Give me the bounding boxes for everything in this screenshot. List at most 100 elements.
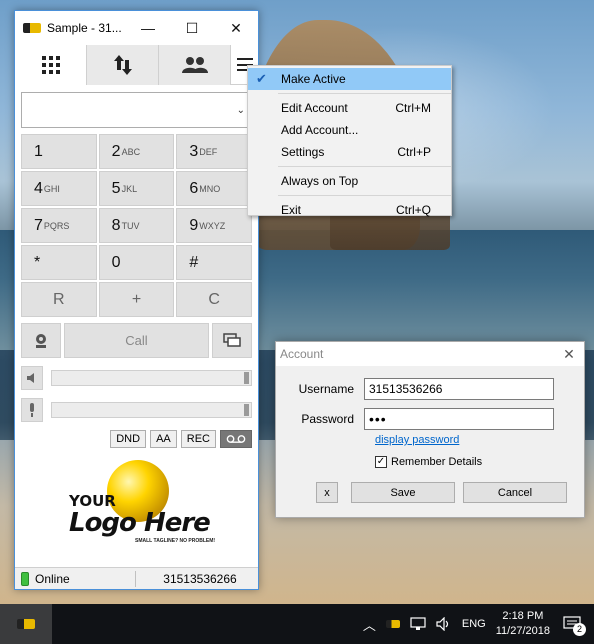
dnd-button[interactable]: DND bbox=[110, 430, 147, 448]
key-digit: 1 bbox=[34, 142, 43, 160]
clock[interactable]: 2:18 PM 11/27/2018 bbox=[496, 609, 550, 639]
dialog-titlebar[interactable]: Account ✕ bbox=[276, 342, 584, 366]
slider-thumb[interactable] bbox=[244, 372, 249, 384]
mic-volume-row bbox=[21, 398, 252, 422]
username-label: Username bbox=[298, 382, 354, 396]
key-digit: 5 bbox=[111, 179, 121, 197]
clock-date: 11/27/2018 bbox=[495, 625, 550, 637]
menu-item-add-account[interactable]: Add Account... bbox=[248, 119, 451, 141]
taskbar-app-button[interactable] bbox=[0, 604, 52, 644]
network-icon[interactable] bbox=[410, 617, 426, 631]
close-button[interactable]: ✕ bbox=[214, 11, 258, 45]
maximize-button[interactable]: ☐ bbox=[170, 11, 214, 45]
app-logo-icon bbox=[23, 23, 41, 33]
password-field[interactable]: ••• bbox=[364, 408, 554, 430]
app-logo-icon bbox=[17, 619, 35, 629]
tab-contacts[interactable] bbox=[159, 45, 231, 85]
chevron-up-icon[interactable]: ︿ bbox=[363, 615, 376, 634]
contacts-icon bbox=[181, 57, 208, 73]
key-0[interactable]: 0 bbox=[98, 245, 175, 280]
key-digit: 7 bbox=[34, 216, 43, 234]
account-menu: ✔ Make Active Edit Account Ctrl+M Add Ac… bbox=[247, 65, 452, 217]
dialpad-icon bbox=[41, 56, 60, 74]
chat-button[interactable] bbox=[212, 323, 252, 358]
menu-item-label: Always on Top bbox=[281, 174, 359, 188]
key-hash[interactable]: # bbox=[176, 245, 252, 280]
key-2[interactable]: 2 ABC bbox=[98, 134, 175, 169]
cancel-button[interactable]: Cancel bbox=[463, 482, 567, 503]
mic-volume-slider[interactable] bbox=[51, 402, 252, 418]
volume-icon[interactable] bbox=[436, 617, 452, 631]
speaker-volume-slider[interactable] bbox=[51, 370, 252, 386]
tray-app-icon[interactable] bbox=[385, 620, 400, 628]
save-button[interactable]: Save bbox=[351, 482, 455, 503]
plus-button[interactable]: + bbox=[98, 282, 175, 317]
key-8[interactable]: 8 TUV bbox=[98, 208, 175, 243]
action-center-button[interactable]: 2 bbox=[560, 612, 586, 636]
tab-bar bbox=[15, 45, 258, 85]
key-digit: # bbox=[189, 253, 199, 271]
chat-icon bbox=[223, 332, 241, 347]
key-digit: 6 bbox=[189, 179, 199, 197]
key-5[interactable]: 5 JKL bbox=[98, 171, 175, 206]
tab-dialpad[interactable] bbox=[15, 45, 87, 85]
status-account: 31513536266 bbox=[163, 571, 237, 586]
display-password-link[interactable]: display password bbox=[375, 434, 459, 446]
system-tray: ︿ ENG 2:18 PM 11/27/2018 2 bbox=[363, 609, 594, 639]
dialog-close-button[interactable]: ✕ bbox=[554, 346, 584, 363]
key-letters: ABC bbox=[121, 146, 141, 157]
key-letters: MNO bbox=[199, 183, 221, 194]
menu-item-label: Make Active bbox=[281, 72, 346, 86]
voicemail-icon bbox=[226, 435, 246, 443]
key-4[interactable]: 4 GHI bbox=[21, 171, 97, 206]
menu-item-always-on-top[interactable]: Always on Top bbox=[248, 170, 451, 192]
remember-details-checkbox[interactable]: ✓ Remember Details bbox=[375, 456, 482, 468]
language-indicator[interactable]: ENG bbox=[462, 618, 486, 630]
key-9[interactable]: 9 WXYZ bbox=[176, 208, 252, 243]
tab-transfer[interactable] bbox=[87, 45, 159, 85]
menu-item-label: Settings bbox=[281, 145, 325, 159]
menu-item-shortcut: Ctrl+M bbox=[395, 101, 431, 115]
username-row: Username 31513536266 bbox=[276, 378, 554, 400]
microphone-icon[interactable] bbox=[21, 398, 43, 422]
window-titlebar[interactable]: Sample - 31... — ☐ ✕ bbox=[15, 11, 258, 45]
password-label: Password bbox=[301, 412, 354, 426]
video-call-button[interactable] bbox=[21, 323, 61, 358]
menu-item-make-active[interactable]: ✔ Make Active bbox=[248, 68, 451, 90]
slider-thumb[interactable] bbox=[244, 404, 249, 416]
checkmark-icon: ✔ bbox=[256, 71, 267, 86]
key-digit: 2 bbox=[111, 142, 121, 160]
call-button[interactable]: Call bbox=[64, 323, 209, 358]
username-field[interactable]: 31513536266 bbox=[364, 378, 554, 400]
voicemail-button[interactable] bbox=[220, 430, 252, 448]
minimize-button[interactable]: — bbox=[126, 11, 170, 45]
keypad: 1 2 ABC 3 DEF 4 GHI 5 JKL 6 MNO 7 PQRS 8 TUV 9W… bbox=[15, 134, 258, 317]
call-options: DND AA REC bbox=[21, 430, 252, 448]
speaker-icon[interactable] bbox=[21, 366, 43, 390]
key-7[interactable]: 7 PQRS bbox=[21, 208, 97, 243]
clock-time: 2:18 PM bbox=[502, 610, 544, 622]
status-divider bbox=[135, 570, 136, 587]
number-input[interactable]: ⌄ bbox=[21, 92, 252, 128]
clear-button[interactable]: C bbox=[176, 282, 252, 317]
key-digit: 0 bbox=[111, 253, 121, 271]
key-digit: * bbox=[34, 253, 41, 271]
auto-answer-button[interactable]: AA bbox=[150, 430, 177, 448]
menu-item-edit-account[interactable]: Edit Account Ctrl+M bbox=[248, 97, 451, 119]
chevron-down-icon[interactable]: ⌄ bbox=[237, 105, 245, 116]
x-button[interactable]: x bbox=[316, 482, 338, 503]
key-1[interactable]: 1 bbox=[21, 134, 97, 169]
key-star[interactable]: * bbox=[21, 245, 97, 280]
menu-item-exit[interactable]: Exit Ctrl+Q bbox=[248, 199, 451, 221]
key-digit: 9 bbox=[189, 216, 199, 234]
key-3[interactable]: 3 DEF bbox=[176, 134, 252, 169]
menu-item-label: Edit Account bbox=[281, 101, 348, 115]
softphone-window: Sample - 31... — ☐ ✕ ⌄ 1 2 ABC 3 DEF 4 G… bbox=[14, 10, 259, 590]
redial-button[interactable]: R bbox=[21, 282, 97, 317]
key-digit: 8 bbox=[111, 216, 121, 234]
checkbox-checked-icon[interactable]: ✓ bbox=[375, 456, 387, 468]
menu-item-settings[interactable]: Settings Ctrl+P bbox=[248, 141, 451, 163]
record-button[interactable]: REC bbox=[180, 430, 216, 448]
menu-item-shortcut: Ctrl+Q bbox=[395, 203, 431, 217]
key-6[interactable]: 6 MNO bbox=[176, 171, 252, 206]
